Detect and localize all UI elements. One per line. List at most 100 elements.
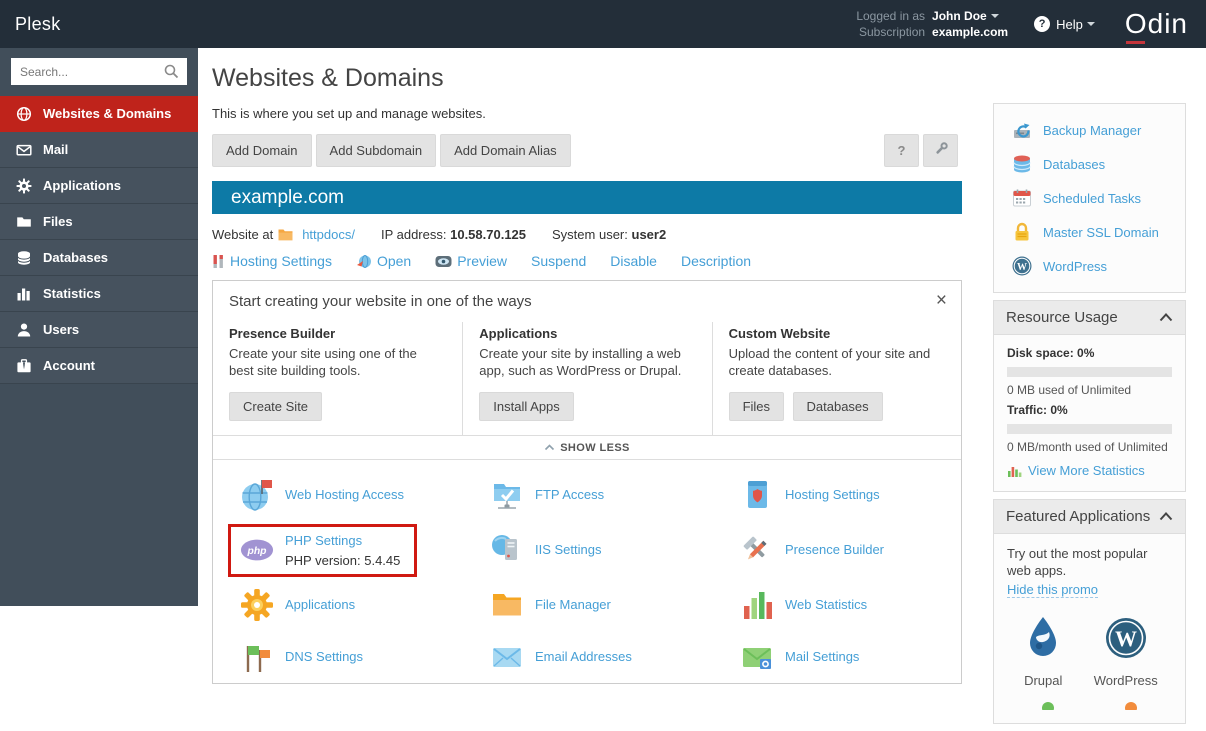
- tool-label[interactable]: FTP Access: [535, 487, 604, 502]
- left-sidebar: Websites & Domains Mail Applications Fil…: [0, 48, 198, 606]
- promo-col-presence-builder: Presence Builder Create your site using …: [213, 322, 462, 435]
- hide-this-promo-link[interactable]: Hide this promo: [1007, 582, 1098, 598]
- suspend-link[interactable]: Suspend: [531, 253, 586, 269]
- description-link[interactable]: Description: [681, 253, 751, 269]
- featured-app-drupal[interactable]: Drupal: [1021, 615, 1065, 688]
- sidebar-item-account[interactable]: Account: [0, 348, 198, 384]
- close-icon[interactable]: ×: [936, 293, 947, 309]
- search-area: [0, 48, 198, 96]
- add-domain-alias-button[interactable]: Add Domain Alias: [440, 134, 571, 167]
- sidebar-item-databases[interactable]: Databases: [0, 240, 198, 276]
- tool-label[interactable]: Web Statistics: [785, 597, 867, 612]
- login-info: Logged in as John Doe Subscription examp…: [856, 9, 1008, 40]
- tool-dns-settings[interactable]: DNS Settings: [240, 640, 490, 674]
- create-site-button[interactable]: Create Site: [229, 392, 322, 421]
- featured-app-wordpress[interactable]: W WordPress: [1094, 615, 1158, 688]
- tool-label[interactable]: Web Hosting Access: [285, 487, 404, 502]
- tool-ftp-access[interactable]: FTP Access: [490, 478, 740, 512]
- docroot-link[interactable]: httpdocs/: [302, 227, 355, 242]
- help-button[interactable]: ?: [884, 134, 919, 167]
- tool-label[interactable]: Presence Builder: [785, 542, 884, 557]
- folder-icon: [278, 228, 293, 241]
- php-highlight-box: php PHP Settings PHP version: 5.4.45: [228, 524, 417, 577]
- tool-hosting-settings[interactable]: Hosting Settings: [740, 478, 880, 512]
- tool-label[interactable]: Mail Settings: [785, 649, 859, 664]
- settings-wrench-button[interactable]: [923, 134, 958, 167]
- tool-applications[interactable]: Applications: [240, 588, 490, 622]
- tool-label[interactable]: PHP Settings: [285, 533, 362, 548]
- web-hosting-access-icon: [240, 478, 274, 512]
- sidebar-item-mail[interactable]: Mail: [0, 132, 198, 168]
- database-icon: [15, 249, 32, 266]
- search-input[interactable]: [11, 58, 187, 85]
- tool-label[interactable]: Applications: [285, 597, 355, 612]
- domain-card: Start creating your website in one of th…: [212, 280, 962, 684]
- quick-link-label[interactable]: Master SSL Domain: [1043, 225, 1159, 240]
- folder-icon: [15, 213, 32, 230]
- tool-web-hosting-access[interactable]: Web Hosting Access: [240, 478, 490, 512]
- disk-space-label: Disk space: 0%: [1007, 346, 1172, 360]
- quick-link-scheduled-tasks[interactable]: Scheduled Tasks: [994, 181, 1185, 215]
- view-more-statistics-link[interactable]: View More Statistics: [1028, 463, 1145, 478]
- calendar-icon: [1011, 187, 1033, 209]
- show-less-label: SHOW LESS: [560, 442, 630, 454]
- tool-label[interactable]: Email Addresses: [535, 649, 632, 664]
- featured-applications-header[interactable]: Featured Applications: [994, 500, 1185, 534]
- install-apps-button[interactable]: Install Apps: [479, 392, 574, 421]
- tool-file-manager[interactable]: File Manager: [490, 588, 740, 622]
- odin-logo-text: Odin: [1125, 8, 1188, 39]
- odin-logo: Odin: [1125, 8, 1188, 40]
- sidebar-item-applications[interactable]: Applications: [0, 168, 198, 204]
- tool-label[interactable]: Hosting Settings: [785, 487, 880, 502]
- disk-space-note: 0 MB used of Unlimited: [1007, 383, 1172, 397]
- top-bar: Plesk Logged in as John Doe Subscription…: [0, 0, 1206, 48]
- tool-email-addresses[interactable]: Email Addresses: [490, 640, 740, 674]
- quick-link-label[interactable]: WordPress: [1043, 259, 1107, 274]
- sidebar-item-files[interactable]: Files: [0, 204, 198, 240]
- quick-link-backup-manager[interactable]: Backup Manager: [994, 113, 1185, 147]
- add-subdomain-button[interactable]: Add Subdomain: [316, 134, 437, 167]
- sidebar-item-statistics[interactable]: Statistics: [0, 276, 198, 312]
- quick-link-master-ssl-domain[interactable]: Master SSL Domain: [994, 215, 1185, 249]
- wordpress-icon: W: [1011, 255, 1033, 277]
- tool-mail-settings[interactable]: Mail Settings: [740, 640, 859, 674]
- sidebar-item-users[interactable]: Users: [0, 312, 198, 348]
- quick-link-label[interactable]: Scheduled Tasks: [1043, 191, 1141, 206]
- ftp-access-icon: [490, 478, 524, 512]
- tool-label[interactable]: File Manager: [535, 597, 611, 612]
- tool-iis-settings[interactable]: IIS Settings: [490, 533, 740, 567]
- link-label: Description: [681, 253, 751, 269]
- add-domain-button[interactable]: Add Domain: [212, 134, 312, 167]
- tool-php-settings[interactable]: php PHP Settings PHP version: 5.4.45: [240, 524, 490, 577]
- resource-usage-header[interactable]: Resource Usage: [994, 301, 1185, 335]
- tool-label[interactable]: DNS Settings: [285, 649, 363, 664]
- help-menu[interactable]: ? Help: [1034, 16, 1095, 32]
- web-statistics-icon: [740, 588, 774, 622]
- databases-button[interactable]: Databases: [793, 392, 883, 421]
- sidebar-item-websites-domains[interactable]: Websites & Domains: [0, 96, 198, 132]
- preview-link[interactable]: Preview: [435, 253, 507, 269]
- quick-link-label[interactable]: Databases: [1043, 157, 1105, 172]
- hosting-settings-link[interactable]: Hosting Settings: [212, 253, 332, 269]
- disable-link[interactable]: Disable: [610, 253, 657, 269]
- caret-down-icon: [991, 14, 999, 18]
- files-button[interactable]: Files: [729, 392, 784, 421]
- promo-header: Start creating your website in one of th…: [213, 281, 961, 314]
- open-site-link[interactable]: Open: [356, 253, 411, 269]
- tool-label[interactable]: IIS Settings: [535, 542, 601, 557]
- quick-link-wordpress[interactable]: W WordPress: [994, 249, 1185, 283]
- view-more-statistics[interactable]: View More Statistics: [1007, 463, 1172, 478]
- tool-presence-builder[interactable]: Presence Builder: [740, 533, 884, 567]
- quick-link-label[interactable]: Backup Manager: [1043, 123, 1141, 138]
- sidebar-item-label: Websites & Domains: [43, 106, 171, 121]
- featured-applications-panel: Featured Applications Try out the most p…: [993, 499, 1186, 724]
- quick-link-databases[interactable]: Databases: [994, 147, 1185, 181]
- bar-chart-icon: [15, 285, 32, 302]
- search-icon[interactable]: [164, 64, 179, 84]
- show-less-toggle[interactable]: SHOW LESS: [213, 435, 961, 460]
- user-menu[interactable]: John Doe: [932, 9, 1008, 24]
- envelope-blue-icon: [490, 640, 524, 674]
- right-rail: Backup Manager Databases Scheduled Tasks…: [993, 48, 1186, 731]
- promo-col-title: Presence Builder: [229, 326, 440, 341]
- tool-web-statistics[interactable]: Web Statistics: [740, 588, 867, 622]
